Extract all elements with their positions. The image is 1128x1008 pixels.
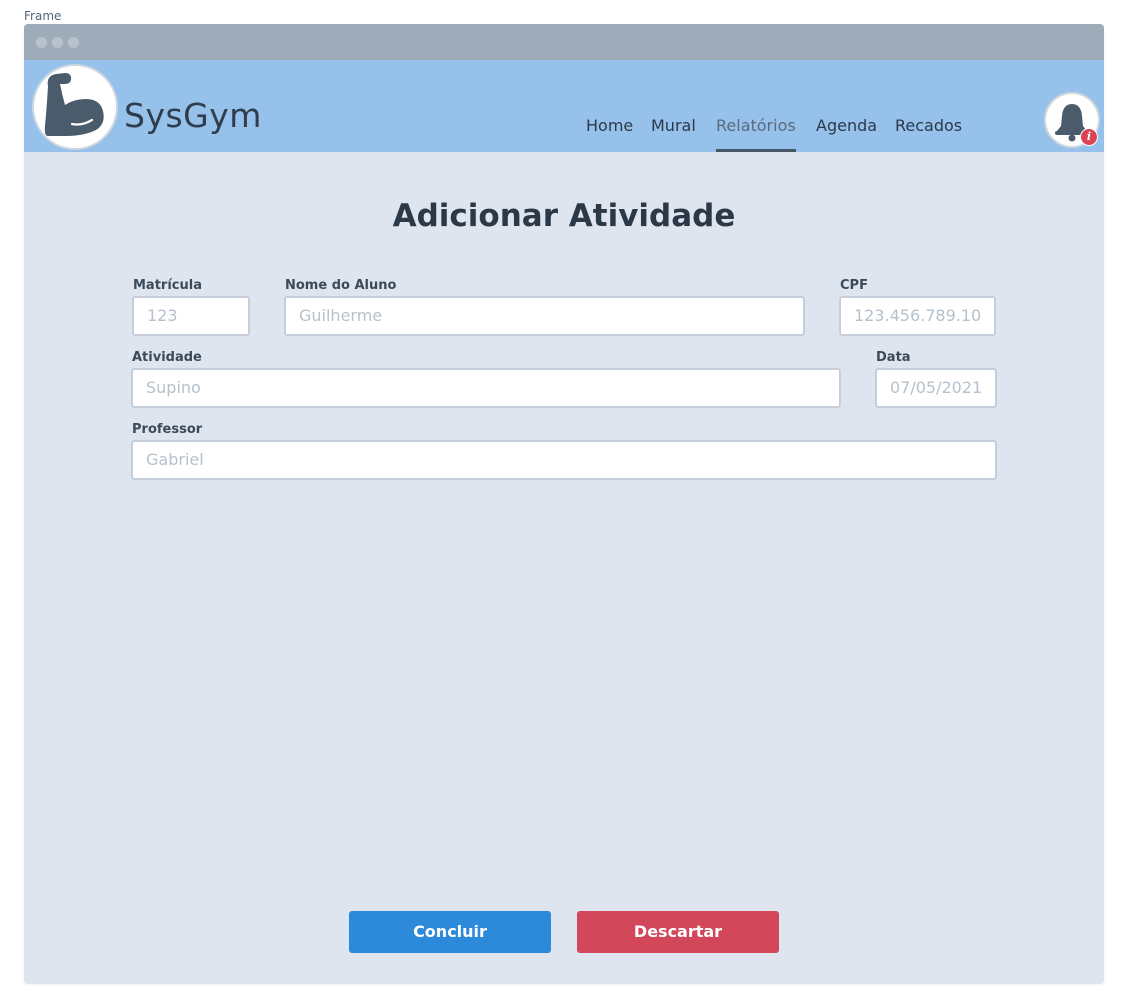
nav-item-mural[interactable]: Mural: [651, 116, 696, 135]
professor-label: Professor: [132, 422, 203, 437]
app-logo[interactable]: [32, 64, 118, 150]
page-title: Adicionar Atividade: [392, 198, 736, 234]
window-control-dot[interactable]: [52, 37, 63, 48]
professor-input[interactable]: Gabriel: [131, 440, 997, 480]
descartar-button[interactable]: Descartar: [577, 911, 779, 953]
cpf-input[interactable]: 123.456.789.10: [839, 296, 996, 336]
concluir-button[interactable]: Concluir: [349, 911, 551, 953]
app-window: SysGym Home Mural Relatórios Agenda Reca…: [24, 24, 1104, 984]
window-titlebar: [24, 24, 1104, 60]
matricula-input[interactable]: 123: [132, 296, 250, 336]
data-label: Data: [876, 350, 911, 365]
flexed-arm-icon: [44, 73, 104, 136]
notifications-button[interactable]: i: [1044, 92, 1100, 148]
nav-active-indicator: [716, 149, 796, 152]
atividade-label: Atividade: [132, 350, 202, 365]
frame-label: Frame: [24, 9, 62, 23]
app-brand-name: SysGym: [124, 96, 262, 135]
nav-item-recados[interactable]: Recados: [895, 116, 962, 135]
info-icon: i: [1080, 128, 1098, 146]
cpf-label: CPF: [840, 278, 868, 293]
matricula-label: Matrícula: [133, 278, 202, 293]
atividade-input[interactable]: Supino: [131, 368, 841, 408]
nome-aluno-label: Nome do Aluno: [285, 278, 397, 293]
nav-item-relatorios[interactable]: Relatórios: [716, 116, 796, 135]
nav-item-home[interactable]: Home: [586, 116, 633, 135]
app-header: SysGym Home Mural Relatórios Agenda Reca…: [24, 60, 1104, 152]
window-control-dot[interactable]: [68, 37, 79, 48]
data-input[interactable]: 07/05/2021: [875, 368, 997, 408]
window-control-dot[interactable]: [36, 37, 47, 48]
nav-item-agenda[interactable]: Agenda: [816, 116, 877, 135]
nome-aluno-input[interactable]: Guilherme: [284, 296, 805, 336]
